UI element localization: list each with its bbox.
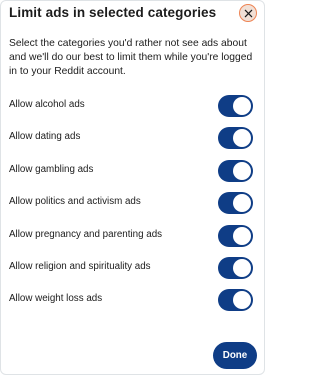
toggle-dating[interactable] bbox=[218, 127, 253, 149]
close-icon bbox=[244, 9, 252, 17]
category-label: Allow dating ads bbox=[9, 131, 81, 142]
category-label: Allow gambling ads bbox=[9, 164, 94, 175]
category-row-weight-loss: Allow weight loss ads bbox=[9, 289, 253, 311]
category-row-gambling: Allow gambling ads bbox=[9, 160, 253, 182]
toggle-knob bbox=[233, 97, 251, 115]
category-label: Allow alcohol ads bbox=[9, 99, 85, 110]
category-row-pregnancy: Allow pregnancy and parenting ads bbox=[9, 225, 253, 247]
toggle-knob bbox=[233, 194, 251, 212]
dialog-title: Limit ads in selected categories bbox=[9, 5, 217, 20]
toggle-knob bbox=[233, 291, 251, 309]
toggle-religion[interactable] bbox=[218, 257, 253, 279]
toggle-knob bbox=[233, 129, 251, 147]
toggle-weight-loss[interactable] bbox=[218, 289, 253, 311]
toggle-alcohol[interactable] bbox=[218, 95, 253, 117]
category-label: Allow pregnancy and parenting ads bbox=[9, 229, 163, 240]
toggle-pregnancy[interactable] bbox=[218, 225, 253, 247]
dialog-header: Limit ads in selected categories bbox=[9, 4, 257, 25]
dialog-description: Select the categories you'd rather not s… bbox=[9, 38, 253, 77]
toggle-knob bbox=[233, 259, 251, 277]
category-row-politics: Allow politics and activism ads bbox=[9, 192, 253, 214]
category-label: Allow weight loss ads bbox=[9, 293, 103, 304]
close-button[interactable] bbox=[239, 4, 257, 22]
toggle-gambling[interactable] bbox=[218, 160, 253, 182]
category-label: Allow politics and activism ads bbox=[9, 196, 141, 207]
limit-ads-dialog: Limit ads in selected categories Select … bbox=[0, 0, 265, 375]
category-label: Allow religion and spirituality ads bbox=[9, 261, 151, 272]
category-row-alcohol: Allow alcohol ads bbox=[9, 95, 253, 117]
done-button[interactable]: Done bbox=[213, 342, 257, 369]
toggle-politics[interactable] bbox=[218, 192, 253, 214]
category-row-dating: Allow dating ads bbox=[9, 127, 253, 149]
toggle-knob bbox=[233, 162, 251, 180]
toggle-knob bbox=[233, 227, 251, 245]
category-row-religion: Allow religion and spirituality ads bbox=[9, 257, 253, 279]
